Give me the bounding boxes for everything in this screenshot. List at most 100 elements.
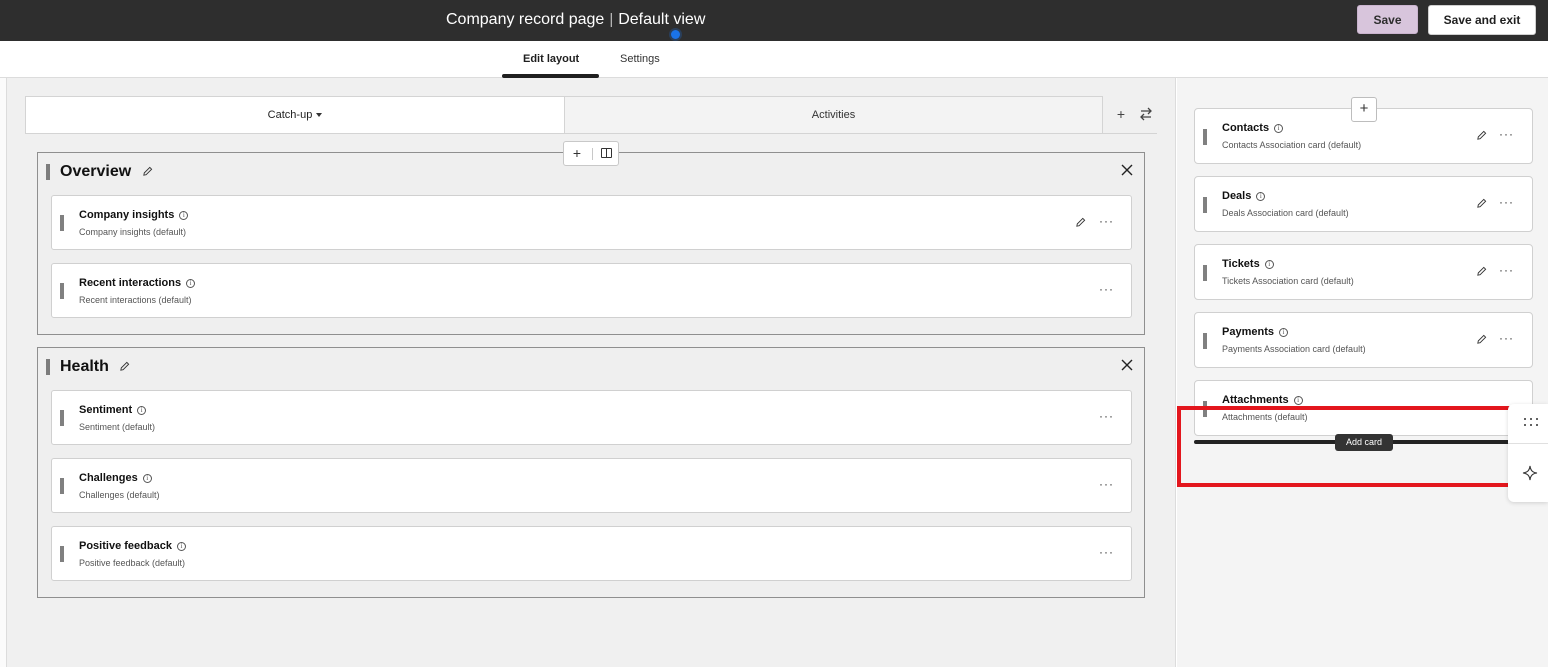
info-icon[interactable]: i bbox=[142, 473, 152, 483]
toolbox-divider bbox=[592, 148, 593, 160]
section-health[interactable]: Health Sentiment i Sentiment (default) ··… bbox=[37, 347, 1145, 598]
card-title: Positive feedback i bbox=[79, 540, 186, 552]
pencil-icon[interactable] bbox=[1476, 198, 1487, 209]
card-title: Contacts i bbox=[1222, 122, 1284, 134]
tabs-divider bbox=[25, 133, 1157, 134]
drag-handle-icon[interactable] bbox=[46, 359, 50, 375]
card-recent-interactions[interactable]: Recent interactions i Recent interactions… bbox=[51, 263, 1132, 318]
card-subtitle: Contacts Association card (default) bbox=[1222, 140, 1362, 150]
card-subtitle: Company insights (default) bbox=[79, 227, 187, 237]
card-positive-feedback[interactable]: Positive feedback i Positive feedback (de… bbox=[51, 526, 1132, 581]
card-subtitle: Tickets Association card (default) bbox=[1222, 276, 1354, 286]
card-subtitle: Recent interactions (default) bbox=[79, 295, 192, 305]
add-tab-plus-icon[interactable]: + bbox=[1113, 106, 1129, 122]
info-icon[interactable]: i bbox=[137, 405, 147, 415]
card-title-text: Company insights bbox=[79, 209, 175, 221]
section-title: Overview bbox=[60, 163, 153, 181]
close-icon[interactable] bbox=[1120, 358, 1134, 372]
card-company-insights[interactable]: Company insights i Company insights (defa… bbox=[51, 195, 1132, 250]
card-subtitle: Positive feedback (default) bbox=[79, 558, 186, 568]
more-horizontal-icon[interactable]: ··· bbox=[1099, 410, 1114, 422]
info-icon[interactable]: i bbox=[1256, 191, 1266, 201]
section-title-text: Health bbox=[60, 358, 109, 375]
grid-icon[interactable] bbox=[1522, 416, 1538, 428]
pencil-icon[interactable] bbox=[119, 361, 130, 372]
drag-handle-icon[interactable] bbox=[60, 215, 64, 231]
pencil-icon[interactable] bbox=[142, 166, 153, 177]
page-title: Company record page | Default view bbox=[446, 11, 705, 29]
sidebar-card-payments[interactable]: Payments i Payments Association card (def… bbox=[1194, 312, 1533, 368]
info-icon[interactable]: i bbox=[186, 278, 196, 288]
sidebar-card-tickets[interactable]: Tickets i Tickets Association card (defau… bbox=[1194, 244, 1533, 300]
more-horizontal-icon[interactable]: ··· bbox=[1099, 283, 1114, 295]
info-icon[interactable]: i bbox=[176, 541, 186, 551]
info-icon[interactable]: i bbox=[1278, 327, 1288, 337]
caret-down-icon[interactable] bbox=[316, 113, 323, 117]
card-title: Challenges i bbox=[79, 472, 152, 484]
floating-tool-panel bbox=[1508, 404, 1548, 502]
save-button[interactable]: Save bbox=[1357, 5, 1418, 34]
card-subtitle: Sentiment (default) bbox=[79, 422, 156, 432]
highlight-box bbox=[1177, 406, 1546, 487]
more-horizontal-icon[interactable]: ··· bbox=[1099, 215, 1114, 227]
info-icon[interactable]: i bbox=[1293, 395, 1303, 405]
card-title: Recent interactions i bbox=[79, 277, 196, 289]
sparkle-icon[interactable] bbox=[1522, 465, 1538, 481]
subtab-activities-label: Activities bbox=[811, 109, 856, 121]
view-name[interactable]: Default view bbox=[618, 11, 705, 28]
card-title: Payments i bbox=[1222, 326, 1288, 338]
close-icon[interactable] bbox=[1120, 163, 1134, 177]
drag-handle-icon[interactable] bbox=[1203, 333, 1207, 349]
card-challenges[interactable]: Challenges i Challenges (default) ··· bbox=[51, 458, 1132, 513]
card-subtitle: Challenges (default) bbox=[79, 490, 160, 500]
column-layout-icon[interactable] bbox=[601, 148, 612, 158]
more-horizontal-icon[interactable]: ··· bbox=[1499, 264, 1514, 276]
drag-handle-icon[interactable] bbox=[1203, 197, 1207, 213]
card-title-text: Tickets bbox=[1222, 258, 1260, 270]
card-title-text: Recent interactions bbox=[79, 277, 182, 289]
info-icon[interactable]: i bbox=[179, 210, 189, 220]
section-overview[interactable]: Overview Company insights i Company insig… bbox=[37, 152, 1145, 335]
more-horizontal-icon[interactable]: ··· bbox=[1499, 128, 1514, 140]
card-title: Deals i bbox=[1222, 190, 1266, 202]
drag-handle-icon[interactable] bbox=[60, 283, 64, 299]
card-title-text: Positive feedback bbox=[79, 540, 172, 552]
sidebar-card-deals[interactable]: Deals i Deals Association card (default) … bbox=[1194, 176, 1533, 232]
swap-icon[interactable] bbox=[1138, 106, 1154, 122]
subtab-catch-up[interactable]: Catch-up bbox=[25, 96, 565, 134]
pencil-icon[interactable] bbox=[1476, 130, 1487, 141]
pencil-icon[interactable] bbox=[1476, 334, 1487, 345]
more-horizontal-icon[interactable]: ··· bbox=[1099, 546, 1114, 558]
tab-settings[interactable]: Settings bbox=[620, 53, 660, 65]
drag-handle-icon[interactable] bbox=[60, 410, 64, 426]
drag-handle-icon[interactable] bbox=[1203, 265, 1207, 281]
save-and-exit-button[interactable]: Save and exit bbox=[1428, 5, 1536, 35]
add-section-plus-icon[interactable]: + bbox=[569, 145, 585, 161]
tab-edit-layout[interactable]: Edit layout bbox=[523, 53, 579, 65]
more-horizontal-icon[interactable]: ··· bbox=[1099, 478, 1114, 490]
drag-handle-icon[interactable] bbox=[1203, 129, 1207, 145]
drag-handle-icon[interactable] bbox=[60, 478, 64, 494]
card-title-text: Payments bbox=[1222, 326, 1274, 338]
card-title: Attachments i bbox=[1222, 394, 1303, 406]
card-title: Company insights i bbox=[79, 209, 189, 221]
drag-handle-icon[interactable] bbox=[60, 546, 64, 562]
pencil-icon[interactable] bbox=[1476, 266, 1487, 277]
right-sidebar bbox=[1177, 78, 1548, 667]
card-title-text: Challenges bbox=[79, 472, 138, 484]
card-title-text: Deals bbox=[1222, 190, 1252, 202]
subtab-activities[interactable]: Activities bbox=[564, 96, 1103, 134]
more-horizontal-icon[interactable]: ··· bbox=[1499, 332, 1514, 344]
drag-handle-icon[interactable] bbox=[46, 164, 50, 180]
page-tabs: Edit layout Settings bbox=[0, 41, 1548, 78]
card-title-text: Sentiment bbox=[79, 404, 133, 416]
top-bar: Company record page | Default view Save Sa… bbox=[0, 0, 1548, 41]
card-title: Sentiment i bbox=[79, 404, 147, 416]
card-sentiment[interactable]: Sentiment i Sentiment (default) ··· bbox=[51, 390, 1132, 445]
pencil-icon[interactable] bbox=[1075, 217, 1086, 228]
add-card-plus-icon[interactable]: + bbox=[1351, 97, 1377, 122]
info-icon[interactable]: i bbox=[1274, 123, 1284, 133]
info-icon[interactable]: i bbox=[1264, 259, 1274, 269]
more-horizontal-icon[interactable]: ··· bbox=[1499, 196, 1514, 208]
card-title-text: Attachments bbox=[1222, 394, 1289, 406]
